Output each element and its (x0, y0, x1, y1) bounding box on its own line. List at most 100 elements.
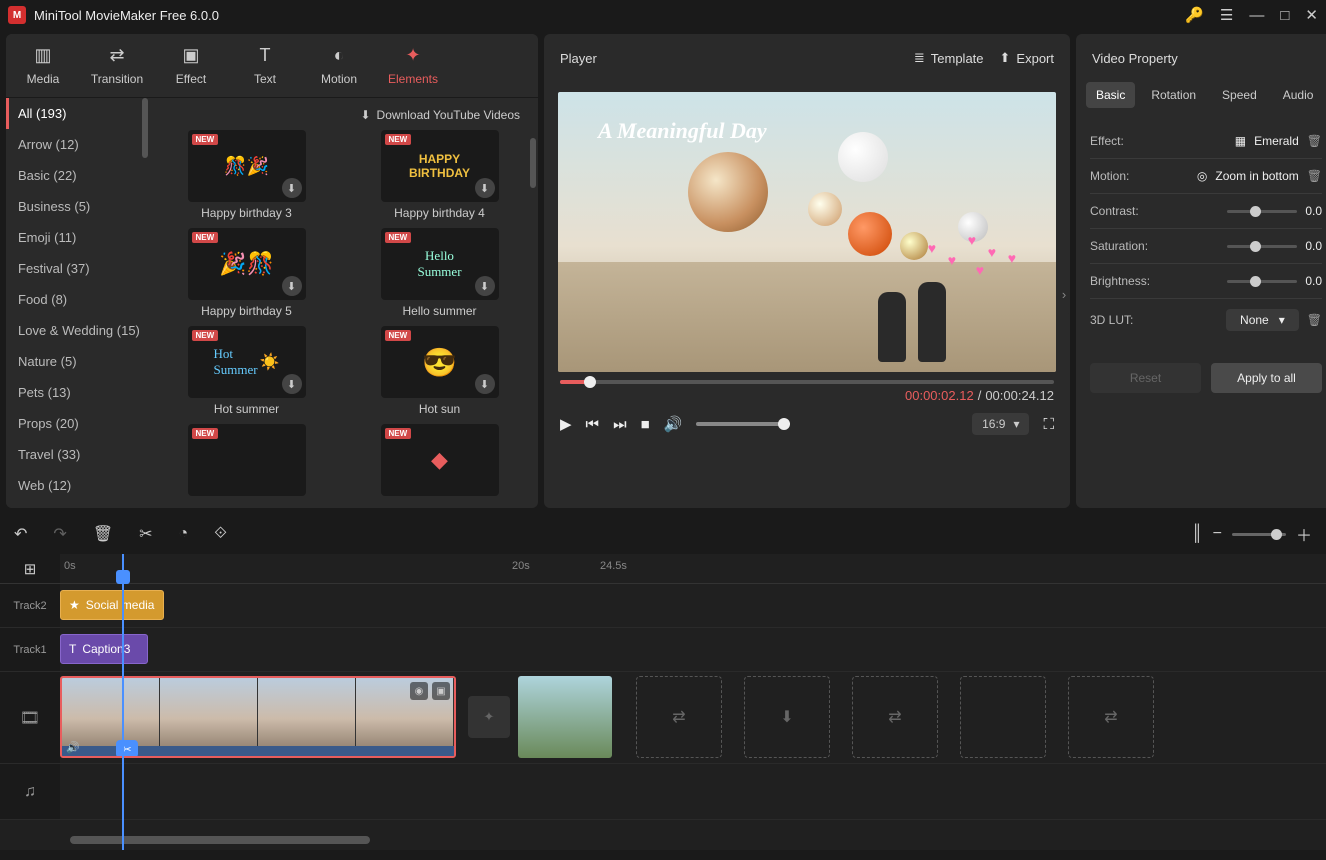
download-youtube-link[interactable]: ⬇Download YouTube Videos (156, 104, 530, 130)
speed-button[interactable]: ◔ (179, 525, 189, 543)
empty-slot[interactable] (960, 676, 1046, 758)
scrollbar[interactable] (530, 138, 536, 188)
aspect-ratio-select[interactable]: 16:9▾ (972, 413, 1029, 435)
category-item[interactable]: Love & Wedding (15) (6, 315, 148, 346)
element-thumb[interactable]: NEW🎉🎊⬇ Happy birthday 5 (156, 228, 337, 318)
expand-handle[interactable]: › (1057, 274, 1070, 314)
crop-button[interactable]: ⟐ (214, 525, 227, 543)
next-frame-button[interactable]: ⏭ (613, 416, 627, 433)
clip-caption[interactable]: TCaption3 (60, 634, 148, 664)
motion-preset-icon[interactable]: ◎ (1197, 169, 1207, 183)
category-item[interactable]: Web (12) (6, 470, 148, 501)
download-icon[interactable]: ⬇ (475, 178, 495, 198)
audio-icon[interactable]: 🔊 (66, 741, 80, 754)
category-item[interactable]: Basic (22) (6, 160, 148, 191)
empty-slot[interactable]: ⇄ (636, 676, 722, 758)
category-item[interactable]: Pets (13) (6, 377, 148, 408)
property-title: Video Property (1076, 34, 1326, 82)
zoom-in-button[interactable]: ＋ (1296, 522, 1312, 546)
category-item[interactable]: All (193) (6, 98, 148, 129)
category-list[interactable]: All (193) Arrow (12) Basic (22) Business… (6, 98, 148, 508)
category-item[interactable]: Nature (5) (6, 346, 148, 377)
tab-media[interactable]: ▥Media (6, 34, 80, 97)
delete-icon[interactable]: 🗑 (1307, 134, 1322, 148)
volume-slider[interactable] (696, 422, 790, 426)
play-button[interactable]: ▶ (560, 415, 572, 433)
timeline-ruler[interactable]: 0s 20s 24.5s (60, 554, 1326, 583)
video-clip-2[interactable] (518, 676, 612, 758)
playhead[interactable] (122, 554, 124, 850)
delete-button[interactable]: 🗑 (93, 524, 113, 544)
download-icon[interactable]: ⬇ (282, 276, 302, 296)
prev-frame-button[interactable]: ⏮ (586, 416, 600, 433)
zoom-out-button[interactable]: − (1213, 525, 1222, 543)
clip-copy-icon[interactable]: ▣ (432, 682, 450, 700)
reset-button[interactable]: Reset (1090, 363, 1201, 393)
clip-effect-icon[interactable]: ◉ (410, 682, 428, 700)
effect-preset-icon[interactable]: ▦ (1235, 134, 1246, 148)
download-icon[interactable]: ⬇ (475, 276, 495, 296)
delete-icon[interactable]: 🗑 (1307, 313, 1322, 327)
download-icon[interactable]: ⬇ (282, 178, 302, 198)
video-clip-1[interactable]: 🔊 ✂ ◉▣ (60, 676, 456, 758)
element-thumb[interactable]: NEWHello Summer⬇ Hello summer (349, 228, 530, 318)
element-thumb[interactable]: NEW😎⬇ Hot sun (349, 326, 530, 416)
stop-button[interactable]: ■ (641, 416, 650, 433)
empty-slot[interactable]: ⇄ (1068, 676, 1154, 758)
element-thumb[interactable]: NEWHAPPY BIRTHDAY⬇ Happy birthday 4 (349, 130, 530, 220)
download-icon[interactable]: ⬇ (475, 374, 495, 394)
minimize-button[interactable]: ― (1249, 7, 1264, 24)
export-button[interactable]: ⬆Export (1000, 50, 1054, 66)
category-item[interactable]: Travel (33) (6, 439, 148, 470)
empty-slot[interactable]: ⬇ (744, 676, 830, 758)
add-track-icon[interactable]: ⊞ (24, 560, 37, 578)
undo-button[interactable]: ↶ (14, 524, 27, 544)
apply-all-button[interactable]: Apply to all (1211, 363, 1322, 393)
video-preview[interactable]: ♥♥ ♥♥ ♥♥ A Meaningful Day (558, 92, 1056, 372)
tab-text[interactable]: TText (228, 34, 302, 97)
element-thumb[interactable]: NEW◆ (349, 424, 530, 496)
transition-slot[interactable]: ✦ (468, 696, 510, 738)
category-item[interactable]: Food (8) (6, 284, 148, 315)
key-icon[interactable]: 🔑 (1185, 6, 1204, 24)
close-button[interactable]: ✕ (1305, 6, 1318, 24)
zoom-slider[interactable] (1232, 533, 1286, 536)
element-thumb[interactable]: NEWHot Summer☀️⬇ Hot summer (156, 326, 337, 416)
lut-select[interactable]: None▾ (1226, 309, 1299, 331)
brightness-slider[interactable] (1227, 280, 1297, 283)
saturation-slider[interactable] (1227, 245, 1297, 248)
empty-slot[interactable]: ⇄ (852, 676, 938, 758)
category-item[interactable]: Festival (37) (6, 253, 148, 284)
element-thumb[interactable]: NEW🎊🎉⬇ Happy birthday 3 (156, 130, 337, 220)
seek-bar[interactable] (560, 380, 1054, 384)
category-item[interactable]: Emoji (11) (6, 222, 148, 253)
element-thumb[interactable]: NEW (156, 424, 337, 496)
contrast-slider[interactable] (1227, 210, 1297, 213)
split-marker[interactable]: ✂ (116, 740, 138, 758)
tab-elements[interactable]: ✦Elements (376, 34, 450, 97)
elements-grid: ⬇Download YouTube Videos NEW🎊🎉⬇ Happy bi… (148, 98, 538, 508)
prop-tab-audio[interactable]: Audio (1273, 82, 1324, 108)
tab-motion[interactable]: ◐Motion (302, 34, 376, 97)
category-item[interactable]: Props (20) (6, 408, 148, 439)
star-icon: ★ (69, 598, 80, 612)
tab-effect[interactable]: ▣Effect (154, 34, 228, 97)
prop-tab-rotation[interactable]: Rotation (1141, 82, 1206, 108)
volume-icon[interactable]: 🔊 (664, 415, 683, 433)
split-button[interactable]: ✂ (139, 524, 152, 544)
prop-tab-basic[interactable]: Basic (1086, 82, 1135, 108)
fit-timeline-button[interactable]: ║ (1191, 525, 1202, 543)
prop-tab-speed[interactable]: Speed (1212, 82, 1267, 108)
category-item[interactable]: Business (5) (6, 191, 148, 222)
maximize-button[interactable]: □ (1280, 7, 1289, 24)
download-icon[interactable]: ⬇ (282, 374, 302, 394)
delete-icon[interactable]: 🗑 (1307, 169, 1322, 183)
redo-button[interactable]: ↷ (53, 524, 66, 544)
category-item[interactable]: Arrow (12) (6, 129, 148, 160)
fullscreen-button[interactable]: ⛶ (1043, 416, 1054, 433)
timeline-scrollbar[interactable] (70, 836, 370, 844)
template-button[interactable]: ≣Template (914, 50, 984, 66)
clip-social-media[interactable]: ★Social media (60, 590, 164, 620)
tab-transition[interactable]: ⇄Transition (80, 34, 154, 97)
menu-icon[interactable]: ☰ (1220, 6, 1233, 24)
